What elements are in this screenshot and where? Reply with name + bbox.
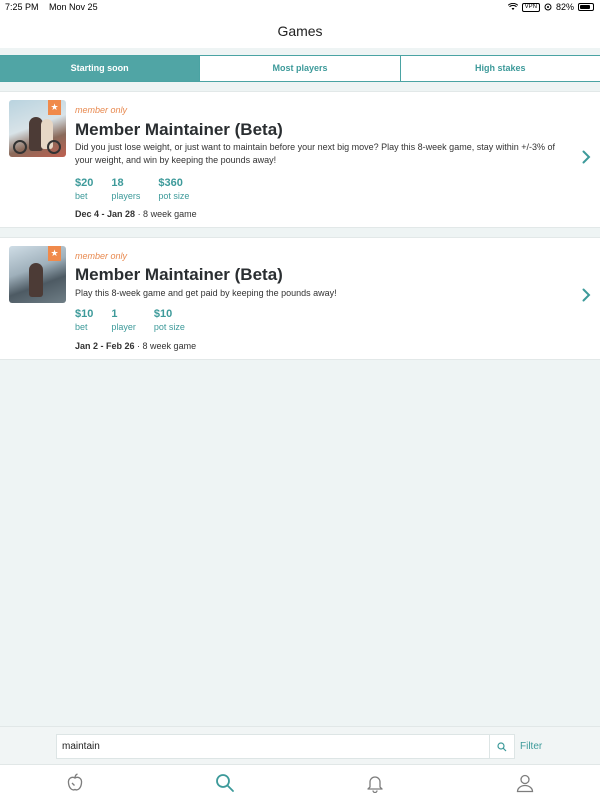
game-thumbnail: ★ xyxy=(9,246,66,303)
pot-label: pot size xyxy=(153,322,185,332)
bet-label: bet xyxy=(75,191,88,201)
vpn-badge: VPN xyxy=(521,2,540,12)
bet-stat: $20 bet xyxy=(75,176,93,203)
game-title: Member Maintainer (Beta) xyxy=(75,265,283,284)
game-description: Play this 8-week game and get paid by ke… xyxy=(75,288,337,298)
date-range: Dec 4 - Jan 28 xyxy=(75,209,136,219)
search-input[interactable] xyxy=(56,734,490,759)
chevron-right-icon[interactable] xyxy=(582,148,591,169)
battery-percent: 82% xyxy=(555,2,574,12)
member-only-label: member only xyxy=(75,251,128,261)
filter-button[interactable]: Filter xyxy=(520,741,542,752)
status-time: 7:25 PM xyxy=(5,2,39,12)
search-button[interactable] xyxy=(490,734,515,759)
profile-icon[interactable] xyxy=(514,772,536,794)
tab-starting-soon[interactable]: Starting soon xyxy=(0,56,201,81)
location-lock-icon xyxy=(544,3,552,11)
game-duration: · 8 week game xyxy=(137,209,197,219)
bottom-tab-bar xyxy=(0,764,600,800)
pot-value: $10 xyxy=(153,308,173,320)
game-card[interactable]: ★ member only Member Maintainer (Beta) P… xyxy=(0,237,600,360)
game-stats: $10 bet 1 player $10 pot size xyxy=(75,307,185,334)
game-description: Did you just lose weight, or just want t… xyxy=(75,142,555,165)
tab-high-stakes[interactable]: High stakes xyxy=(401,56,600,81)
players-label: players xyxy=(111,191,141,201)
wifi-icon xyxy=(507,3,518,10)
players-value: 1 xyxy=(111,308,118,320)
players-value: 18 xyxy=(111,177,124,189)
search-icon xyxy=(497,741,507,751)
member-only-label: member only xyxy=(75,105,128,115)
game-title: Member Maintainer (Beta) xyxy=(75,120,283,139)
status-bar: 7:25 PM Mon Nov 25 VPN 82% xyxy=(0,0,600,14)
game-dates: Jan 2 - Feb 26 · 8 week game xyxy=(75,341,196,351)
game-duration: · 8 week game xyxy=(137,341,197,351)
star-badge-icon: ★ xyxy=(48,100,61,115)
status-date: Mon Nov 25 xyxy=(49,2,98,12)
bet-label: bet xyxy=(75,322,88,332)
bet-stat: $10 bet xyxy=(75,307,93,334)
game-card[interactable]: ★ member only Member Maintainer (Beta) D… xyxy=(0,91,600,228)
star-badge-icon: ★ xyxy=(48,246,61,261)
bet-value: $20 xyxy=(75,177,94,189)
players-label: player xyxy=(111,322,136,332)
date-range: Jan 2 - Feb 26 xyxy=(75,341,135,351)
players-stat: 18 players xyxy=(111,176,140,203)
chevron-right-icon[interactable] xyxy=(582,286,591,307)
game-stats: $20 bet 18 players $360 pot size xyxy=(75,176,189,203)
bell-icon[interactable] xyxy=(364,772,386,794)
segmented-tabs: Starting soon Most players High stakes xyxy=(0,55,600,82)
page-title: Games xyxy=(277,23,323,39)
pot-value: $360 xyxy=(158,177,183,189)
game-thumbnail: ★ xyxy=(9,100,66,157)
pot-stat: $10 pot size xyxy=(154,307,185,334)
bet-value: $10 xyxy=(75,308,94,320)
pot-label: pot size xyxy=(158,191,190,201)
nav-bar: Games xyxy=(0,14,600,48)
search-bar: Filter xyxy=(0,726,600,764)
battery-icon xyxy=(578,3,594,11)
pot-stat: $360 pot size xyxy=(158,176,189,203)
search-icon[interactable] xyxy=(214,772,236,794)
apple-icon[interactable] xyxy=(64,772,86,794)
game-dates: Dec 4 - Jan 28 · 8 week game xyxy=(75,209,197,219)
tab-most-players[interactable]: Most players xyxy=(200,56,401,81)
players-stat: 1 player xyxy=(111,307,136,334)
